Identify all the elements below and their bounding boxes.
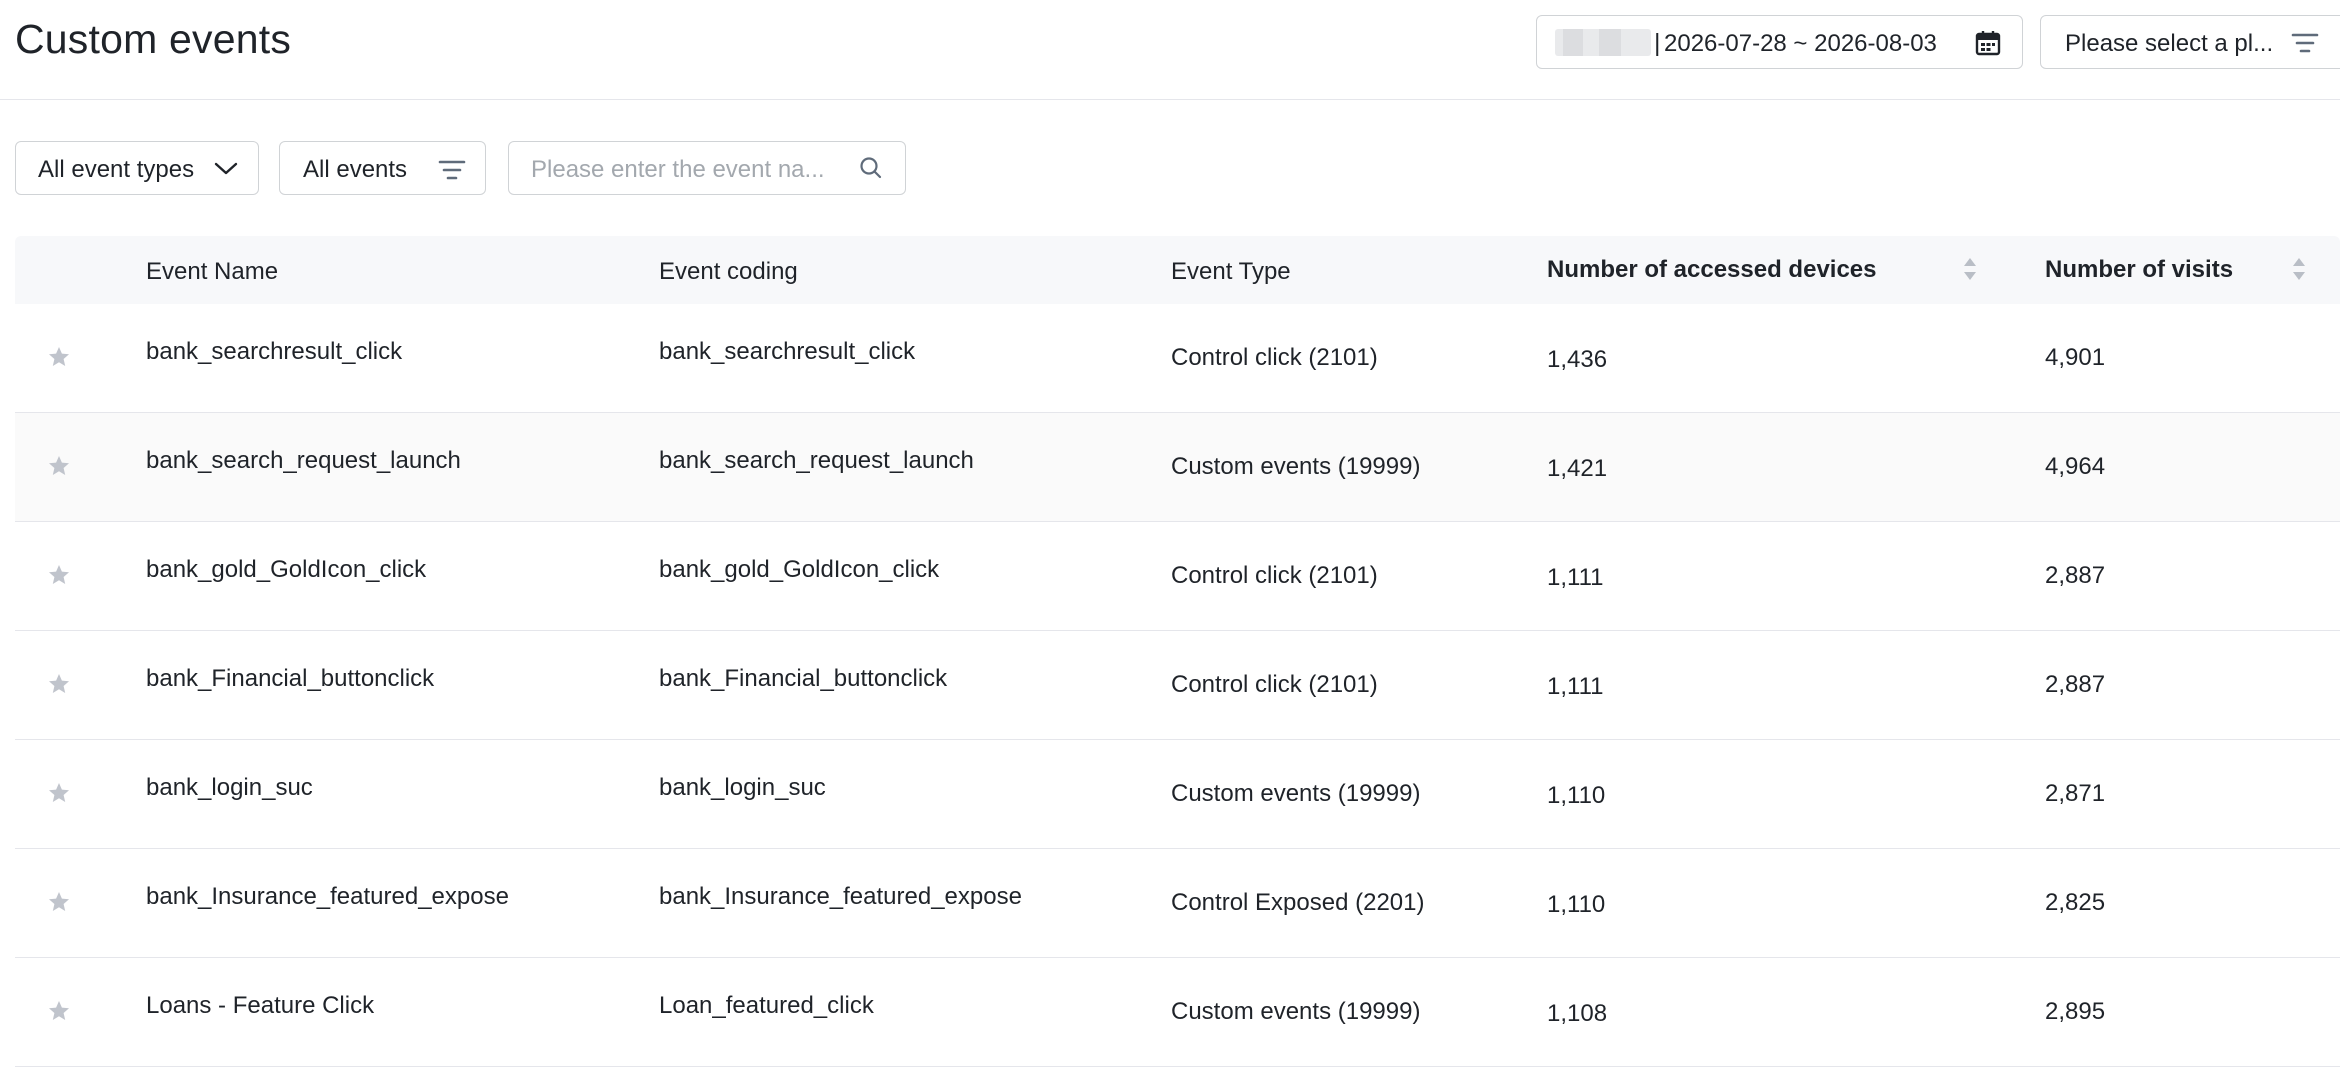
event-name-cell: bank_gold_GoldIcon_click <box>146 556 427 583</box>
event-type-cell: Custom events (19999) <box>1171 780 1421 807</box>
event-coding-cell: bank_searchresult_click <box>659 338 916 365</box>
table-row[interactable]: bank_Financial_buttonclick bank_Financial… <box>15 631 2340 740</box>
event-type-dropdown[interactable]: All event types <box>15 141 259 195</box>
event-coding-cell: bank_gold_GoldIcon_click <box>659 556 940 583</box>
event-type-cell: Custom events (19999) <box>1171 453 1421 480</box>
platform-placeholder: Please select a pl... <box>2065 30 2274 57</box>
col-event-coding: Event coding <box>659 258 798 285</box>
search-placeholder: Please enter the event na... <box>531 156 825 183</box>
visits-cell: 2,825 <box>2045 889 2106 916</box>
event-name-cell: bank_Financial_buttonclick <box>146 665 435 692</box>
visits-cell: 2,895 <box>2045 998 2106 1025</box>
event-type-cell: Control Exposed (2201) <box>1171 889 1425 916</box>
event-name-cell: bank_login_suc <box>146 774 313 801</box>
col-accessed-devices[interactable]: Number of accessed devices <box>1547 256 1877 284</box>
star-icon[interactable] <box>47 781 71 805</box>
visits-cell: 2,887 <box>2045 671 2106 698</box>
event-type-cell: Custom events (19999) <box>1171 998 1421 1025</box>
page-title: Custom events <box>15 16 292 62</box>
event-name-cell: Loans - Feature Click <box>146 992 375 1019</box>
events-table: Event Name Event coding Event Type Numbe… <box>15 236 2340 1067</box>
table-row[interactable]: bank_search_request_launch bank_search_re… <box>15 413 2340 522</box>
accessed-devices-cell: 1,108 <box>1547 1000 1608 1027</box>
event-type-cell: Control click (2101) <box>1171 562 1378 589</box>
col-event-name: Event Name <box>146 258 279 285</box>
event-coding-cell: Loan_featured_click <box>659 992 874 1019</box>
star-icon[interactable] <box>47 672 71 696</box>
event-coding-cell: bank_Financial_buttonclick <box>659 665 948 692</box>
col-visits[interactable]: Number of visits <box>2045 256 2233 284</box>
table-row[interactable]: bank_login_suc bank_login_suc Custom event… <box>15 740 2340 849</box>
star-icon[interactable] <box>47 345 71 369</box>
table-row[interactable]: bank_searchresult_click bank_searchresult… <box>15 304 2340 413</box>
accessed-devices-cell: 1,110 <box>1547 891 1606 918</box>
page-header: Custom events | 2026-07-28 ~ 2026-08-03 <box>0 0 2340 100</box>
accessed-devices-cell: 1,111 <box>1547 673 1604 700</box>
filter-lines-icon <box>2291 33 2319 53</box>
accessed-devices-cell: 1,436 <box>1547 346 1608 373</box>
page: Custom events | 2026-07-28 ~ 2026-08-03 <box>0 0 2340 1072</box>
event-coding-cell: bank_search_request_launch <box>659 447 974 474</box>
event-type-label: All event types <box>38 156 195 183</box>
visits-cell: 2,887 <box>2045 562 2106 589</box>
star-icon[interactable] <box>47 999 71 1023</box>
event-coding-cell: bank_login_suc <box>659 774 826 801</box>
event-name-cell: bank_searchresult_click <box>146 338 403 365</box>
date-separator: | <box>1654 29 1661 57</box>
accessed-devices-cell: 1,421 <box>1547 455 1608 482</box>
star-icon[interactable] <box>47 563 71 587</box>
calendar-icon[interactable] <box>1975 30 2001 56</box>
visits-cell: 4,964 <box>2045 453 2106 480</box>
star-icon[interactable] <box>47 890 71 914</box>
event-type-cell: Control click (2101) <box>1171 671 1378 698</box>
event-name-cell: bank_Insurance_featured_expose <box>146 883 509 910</box>
table-body: bank_searchresult_click bank_searchresult… <box>15 304 2340 1067</box>
platform-select[interactable]: Please select a pl... <box>2040 15 2340 69</box>
table-row[interactable]: bank_Insurance_featured_expose bank_Insur… <box>15 849 2340 958</box>
redacted-block <box>1555 29 1651 56</box>
events-filter-button[interactable]: All events <box>279 141 486 195</box>
table-row[interactable]: bank_gold_GoldIcon_click bank_gold_GoldIc… <box>15 522 2340 631</box>
events-filter-label: All events <box>303 156 408 183</box>
event-coding-cell: bank_Insurance_featured_expose <box>659 883 1022 910</box>
table-row[interactable]: Loans - Feature Click Loan_featured_click… <box>15 958 2340 1067</box>
event-search-input[interactable]: Please enter the event na... <box>508 141 906 195</box>
filter-lines-icon <box>438 160 466 180</box>
star-icon[interactable] <box>47 454 71 478</box>
search-icon[interactable] <box>859 156 883 180</box>
table-header: Event Name Event coding Event Type Numbe… <box>15 236 2340 304</box>
visits-cell: 2,871 <box>2045 780 2106 807</box>
sort-icon[interactable] <box>1963 256 1977 282</box>
sort-icon[interactable] <box>2292 256 2306 282</box>
accessed-devices-cell: 1,110 <box>1547 782 1606 809</box>
event-type-cell: Control click (2101) <box>1171 344 1378 371</box>
visits-cell: 4,901 <box>2045 344 2106 371</box>
col-event-type: Event Type <box>1171 258 1291 285</box>
accessed-devices-cell: 1,111 <box>1547 564 1604 591</box>
date-range-picker[interactable]: | 2026-07-28 ~ 2026-08-03 <box>1536 15 2023 69</box>
event-name-cell: bank_search_request_launch <box>146 447 461 474</box>
chevron-down-icon <box>214 162 238 175</box>
date-range-text: 2026-07-28 ~ 2026-08-03 <box>1664 30 1937 57</box>
